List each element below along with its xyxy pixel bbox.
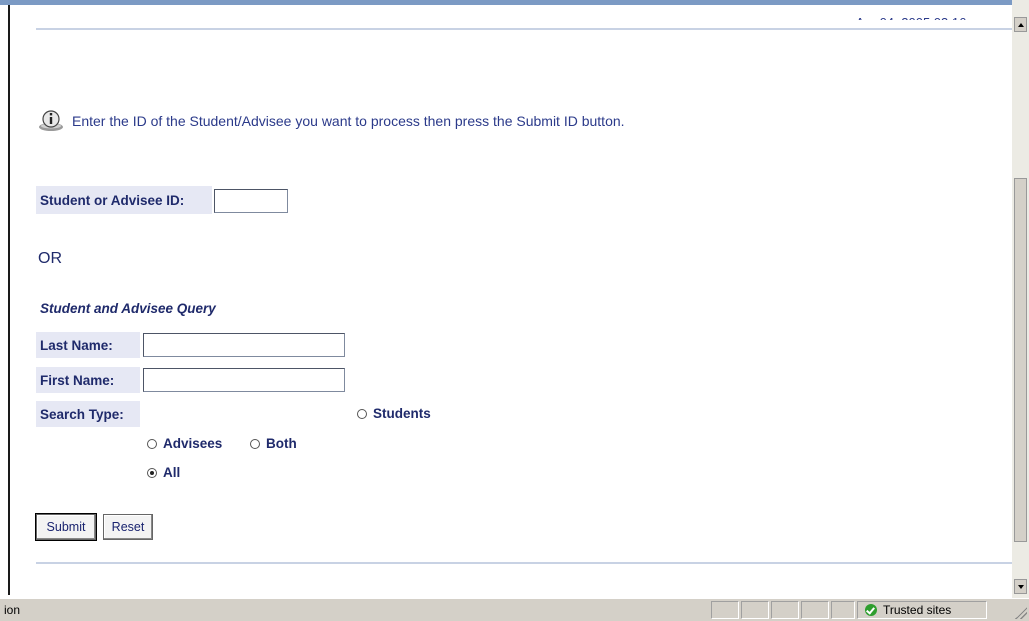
last-name-input[interactable] [143, 333, 345, 357]
resize-grip-icon[interactable] [1015, 607, 1027, 619]
student-id-input[interactable] [214, 189, 288, 213]
status-pane [771, 601, 799, 619]
status-pane [741, 601, 769, 619]
arrow-down-icon [1018, 585, 1024, 589]
frame-left-edge [8, 5, 10, 595]
radio-both-label: Both [266, 436, 297, 451]
top-divider [36, 28, 1012, 30]
radio-all-label: All [163, 465, 181, 480]
radio-students-circle[interactable] [357, 408, 367, 419]
status-text: ion [4, 603, 21, 617]
radio-both-circle[interactable] [250, 438, 260, 449]
first-name-input[interactable] [143, 368, 345, 392]
window-top-border [0, 0, 1012, 5]
info-icon [39, 110, 63, 131]
bottom-divider [36, 562, 1012, 564]
radio-advisees-circle[interactable] [147, 438, 157, 449]
info-text: Enter the ID of the Student/Advisee you … [72, 113, 625, 129]
status-pane [801, 601, 829, 619]
submit-button[interactable]: Submit [35, 513, 97, 541]
query-title: Student and Advisee Query [40, 301, 216, 316]
radio-both[interactable]: Both [250, 436, 297, 451]
reset-button[interactable]: Reset [103, 514, 153, 540]
last-name-label: Last Name: [36, 332, 140, 358]
radio-students[interactable]: Students [357, 406, 431, 421]
radio-all-circle[interactable] [147, 467, 157, 478]
info-message: Enter the ID of the Student/Advisee you … [36, 110, 625, 132]
or-separator: OR [38, 250, 62, 267]
status-pane [831, 601, 855, 619]
search-type-label: Search Type: [36, 401, 140, 427]
trusted-zone-check-icon [865, 604, 877, 616]
status-bar: ion Trusted sites [0, 598, 1029, 621]
scroll-down-button[interactable] [1014, 579, 1027, 594]
status-pane [711, 601, 739, 619]
radio-advisees-label: Advisees [163, 436, 223, 451]
radio-all[interactable]: All [147, 465, 180, 480]
scroll-up-button[interactable] [1014, 17, 1027, 32]
scroll-thumb[interactable] [1014, 178, 1027, 542]
arrow-up-icon [1018, 23, 1024, 27]
security-zone[interactable]: Trusted sites [857, 601, 987, 619]
student-id-label: Student or Advisee ID: [36, 186, 212, 214]
radio-students-label: Students [373, 406, 431, 421]
timestamp: Apr 04, 2005 03:16 pm [800, 6, 988, 20]
first-name-label: First Name: [36, 367, 140, 393]
zone-label: Trusted sites [883, 603, 952, 617]
radio-advisees[interactable]: Advisees [147, 436, 222, 451]
